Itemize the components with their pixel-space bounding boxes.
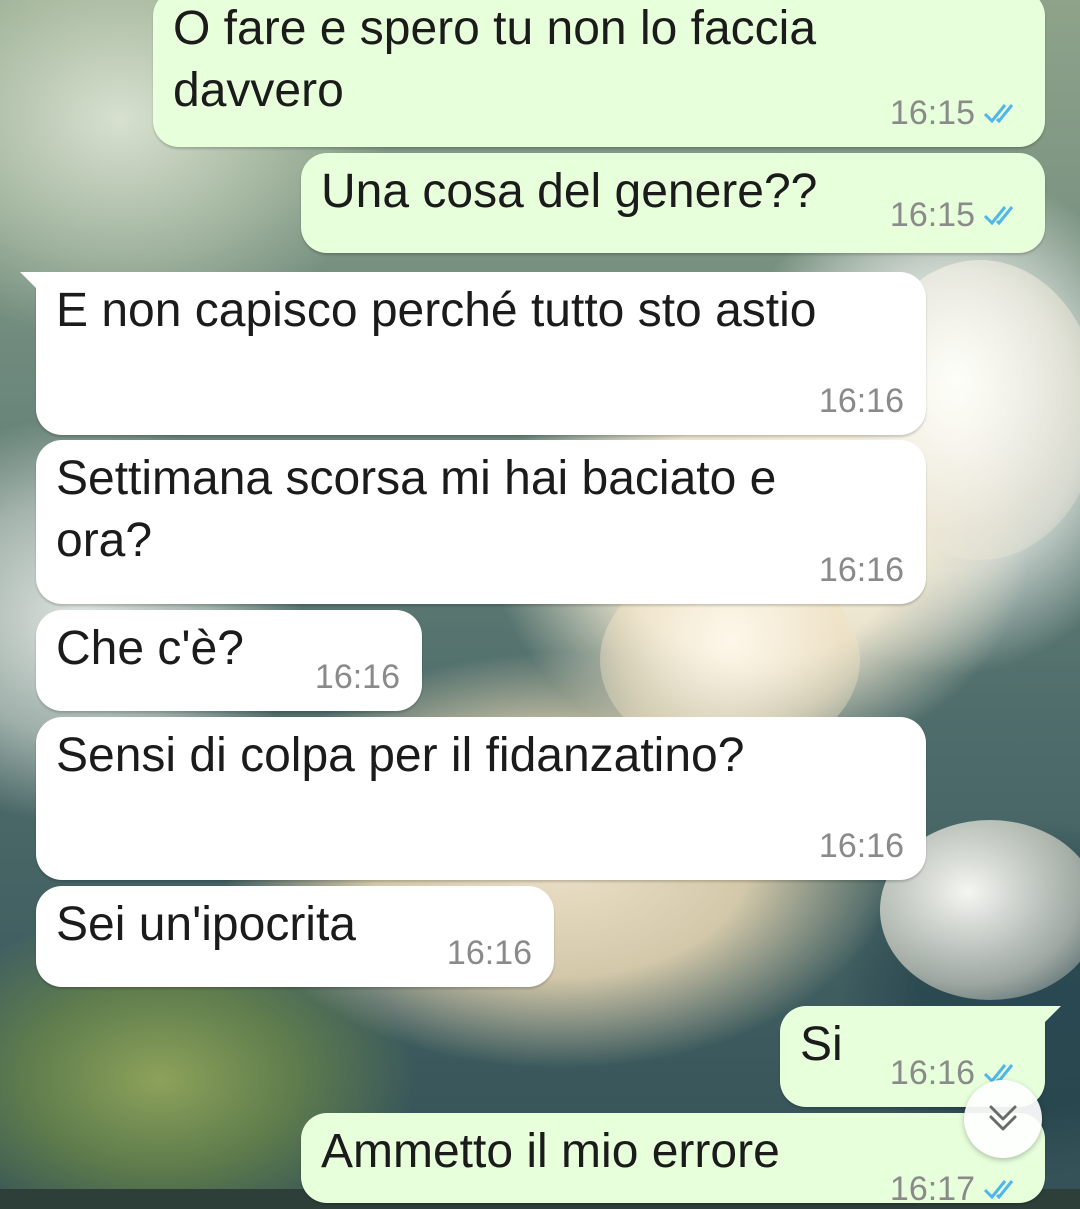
message-meta: 16:16 [315,657,400,697]
message-time: 16:16 [818,827,904,865]
message-meta: 16:15 [890,195,1023,235]
message-time: 16:16 [818,382,904,420]
message-time: 16:15 [889,94,975,132]
message-time: 16:15 [889,196,975,234]
incoming-message[interactable]: Sei un'ipocrita 16:16 [36,886,554,987]
message-text: Sensi di colpa per il fidanzatino? [56,729,745,782]
message-time: 16:16 [314,658,400,696]
scroll-to-bottom-button[interactable] [964,1080,1042,1158]
bubble-tail [1039,1006,1061,1028]
message-meta: 16:16 [447,933,532,973]
read-receipt-icon [983,202,1023,228]
outgoing-message[interactable]: Una cosa del genere?? 16:15 [301,153,1045,253]
double-chevron-down-icon [983,1097,1023,1142]
read-receipt-icon [983,100,1023,126]
outgoing-message[interactable]: O fare e spero tu non lo faccia davvero … [153,0,1045,147]
outgoing-message[interactable]: Ammetto il mio errore 16:17 [301,1113,1045,1208]
message-list[interactable]: O fare e spero tu non lo faccia davvero … [0,0,1080,1208]
message-meta: 16:16 [819,550,904,590]
message-time: 16:16 [446,934,532,972]
message-time: 16:17 [889,1170,975,1208]
message-text: Settimana scorsa mi hai baciato e ora? [56,452,790,567]
message-text: E non capisco perché tutto sto astio [56,284,817,337]
incoming-message[interactable]: Sensi di colpa per il fidanzatino? 16:16 [36,717,926,880]
message-time: 16:16 [818,551,904,589]
incoming-message[interactable]: Settimana scorsa mi hai baciato e ora? 1… [36,440,926,604]
incoming-message[interactable]: E non capisco perché tutto sto astio 16:… [20,272,926,435]
incoming-message[interactable]: Che c'è? 16:16 [36,610,422,711]
message-meta: 16:15 [890,93,1023,133]
message-meta: 16:17 [890,1169,1023,1209]
message-time: 16:16 [889,1054,975,1092]
message-meta: 16:16 [819,381,904,421]
bubble-tail [20,272,42,294]
message-text: O fare e spero tu non lo faccia davvero [173,2,830,117]
read-receipt-icon [983,1176,1023,1202]
message-meta: 16:16 [819,826,904,866]
